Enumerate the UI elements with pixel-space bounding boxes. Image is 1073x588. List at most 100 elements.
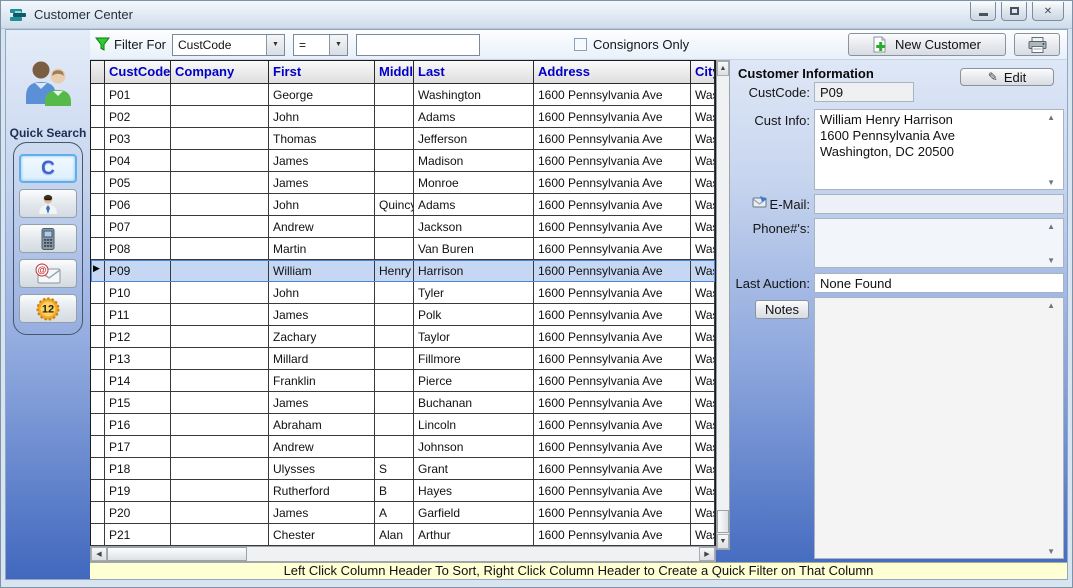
table-row[interactable]: P01GeorgeWashington1600 Pennsylvania Ave… [91, 84, 715, 106]
scroll-down-icon[interactable]: ▼ [1047, 256, 1055, 265]
custinfo-box[interactable]: William Henry Harrison 1600 Pennsylvania… [814, 109, 1064, 190]
cell: Washington [691, 304, 715, 326]
column-header-last[interactable]: Last [414, 61, 534, 84]
table-row[interactable]: P15JamesBuchanan1600 Pennsylvania AveWas… [91, 392, 715, 414]
table-row[interactable]: P07AndrewJackson1600 Pennsylvania AveWas… [91, 216, 715, 238]
cell [375, 348, 414, 370]
minimize-button[interactable] [970, 2, 996, 21]
email-field[interactable] [814, 194, 1064, 214]
search-by-custcode-button[interactable]: C [19, 154, 77, 183]
cell: Quincy [375, 194, 414, 216]
cell: P02 [105, 106, 171, 128]
cell: Van Buren [414, 238, 534, 260]
column-header-first[interactable]: First [269, 61, 375, 84]
cell: P03 [105, 128, 171, 150]
scroll-down-icon[interactable]: ▼ [1047, 178, 1055, 187]
table-row[interactable]: P13MillardFillmore1600 Pennsylvania AveW… [91, 348, 715, 370]
grid-body: P01GeorgeWashington1600 Pennsylvania Ave… [91, 84, 715, 550]
quick-search-sidebar: Quick Search C [6, 30, 90, 579]
title-bar: Customer Center ✕ [1, 1, 1072, 29]
table-row[interactable]: P05JamesMonroe1600 Pennsylvania AveWashi… [91, 172, 715, 194]
search-by-name-button[interactable] [19, 189, 77, 218]
table-row[interactable]: P20JamesAGarfield1600 Pennsylvania AveWa… [91, 502, 715, 524]
scroll-down-icon[interactable]: ▼ [717, 534, 729, 549]
table-row[interactable]: P08MartinVan Buren1600 Pennsylvania AveW… [91, 238, 715, 260]
cell [375, 326, 414, 348]
filter-value-input[interactable] [356, 34, 480, 56]
scroll-down-icon[interactable]: ▼ [1047, 547, 1055, 556]
consignors-only-checkbox[interactable] [574, 38, 587, 51]
table-row[interactable]: P06JohnQuincyAdams1600 Pennsylvania AveW… [91, 194, 715, 216]
cell: Johnson [414, 436, 534, 458]
scroll-up-icon[interactable]: ▲ [1047, 113, 1055, 122]
table-row[interactable]: P19RutherfordBHayes1600 Pennsylvania Ave… [91, 480, 715, 502]
search-by-email-button[interactable]: @ [19, 259, 77, 288]
vertical-scrollbar[interactable]: ▲ ▼ [716, 60, 730, 550]
table-row[interactable]: P12ZacharyTaylor1600 Pennsylvania AveWas… [91, 326, 715, 348]
table-row[interactable]: ▶P09WilliamHenryHarrison1600 Pennsylvani… [91, 260, 715, 282]
cell: Washington [691, 458, 715, 480]
column-header-address[interactable]: Address [534, 61, 691, 84]
table-row[interactable]: P18UlyssesSGrant1600 Pennsylvania AveWas… [91, 458, 715, 480]
search-by-phone-button[interactable] [19, 224, 77, 253]
cell: Washington [691, 524, 715, 546]
app-icon [9, 6, 27, 24]
cell: P21 [105, 524, 171, 546]
row-indicator [91, 128, 105, 150]
scroll-left-icon[interactable]: ◀ [91, 547, 107, 561]
table-row[interactable]: P11JamesPolk1600 Pennsylvania AveWashing… [91, 304, 715, 326]
column-header-city[interactable]: City [691, 61, 715, 84]
edit-button[interactable]: ✎ Edit [960, 68, 1054, 86]
horizontal-scroll-thumb[interactable] [107, 547, 247, 561]
scroll-up-icon[interactable]: ▲ [1047, 301, 1055, 310]
cell: 1600 Pennsylvania Ave [534, 414, 691, 436]
chevron-down-icon: ▼ [266, 35, 284, 55]
vertical-scroll-thumb[interactable] [717, 510, 729, 533]
phones-box[interactable] [814, 218, 1064, 268]
email-label: E-Mail: [730, 197, 810, 212]
cell [171, 370, 269, 392]
column-header-middle[interactable]: Middle [375, 61, 414, 84]
close-button[interactable]: ✕ [1032, 2, 1064, 21]
notes-button[interactable]: Notes [755, 300, 809, 319]
filter-field-select[interactable]: CustCode ▼ [172, 34, 285, 56]
row-indicator: ▶ [91, 260, 105, 282]
cell: Ulysses [269, 458, 375, 480]
search-by-number-button[interactable]: 12 [19, 294, 77, 323]
cell: Monroe [414, 172, 534, 194]
table-row[interactable]: P21ChesterAlanArthur1600 Pennsylvania Av… [91, 524, 715, 546]
scroll-right-icon[interactable]: ▶ [699, 547, 715, 561]
table-row[interactable]: P10JohnTyler1600 Pennsylvania AveWashing… [91, 282, 715, 304]
cell [171, 150, 269, 172]
column-header-custcode[interactable]: CustCode [105, 61, 171, 84]
cell: Washington [691, 370, 715, 392]
cell: P17 [105, 436, 171, 458]
print-button[interactable] [1014, 33, 1060, 56]
notes-box[interactable] [814, 297, 1064, 559]
new-customer-button[interactable]: New Customer [848, 33, 1006, 56]
cell: 1600 Pennsylvania Ave [534, 392, 691, 414]
row-indicator [91, 304, 105, 326]
filter-operator-select[interactable]: = ▼ [293, 34, 348, 56]
cell: Washington [414, 84, 534, 106]
table-row[interactable]: P17AndrewJohnson1600 Pennsylvania AveWas… [91, 436, 715, 458]
horizontal-scrollbar[interactable]: ◀ ▶ [90, 546, 716, 562]
table-row[interactable]: P02JohnAdams1600 Pennsylvania AveWashing… [91, 106, 715, 128]
scroll-up-icon[interactable]: ▲ [717, 61, 729, 76]
last-auction-field: None Found [814, 273, 1064, 293]
table-row[interactable]: P14FranklinPierce1600 Pennsylvania AveWa… [91, 370, 715, 392]
column-header-company[interactable]: Company [171, 61, 269, 84]
cell [171, 172, 269, 194]
window-controls: ✕ [970, 2, 1064, 21]
customer-grid-area: CustCodeCompanyFirstMiddleLastAddressCit… [90, 60, 730, 562]
table-row[interactable]: P03ThomasJefferson1600 Pennsylvania AveW… [91, 128, 715, 150]
cell: P10 [105, 282, 171, 304]
app-window: Customer Center ✕ Quick Search C [0, 0, 1073, 588]
cell: James [269, 502, 375, 524]
maximize-button[interactable] [1001, 2, 1027, 21]
row-indicator [91, 84, 105, 106]
scroll-up-icon[interactable]: ▲ [1047, 222, 1055, 231]
table-row[interactable]: P04JamesMadison1600 Pennsylvania AveWash… [91, 150, 715, 172]
table-row[interactable]: P16AbrahamLincoln1600 Pennsylvania AveWa… [91, 414, 715, 436]
cell [171, 128, 269, 150]
